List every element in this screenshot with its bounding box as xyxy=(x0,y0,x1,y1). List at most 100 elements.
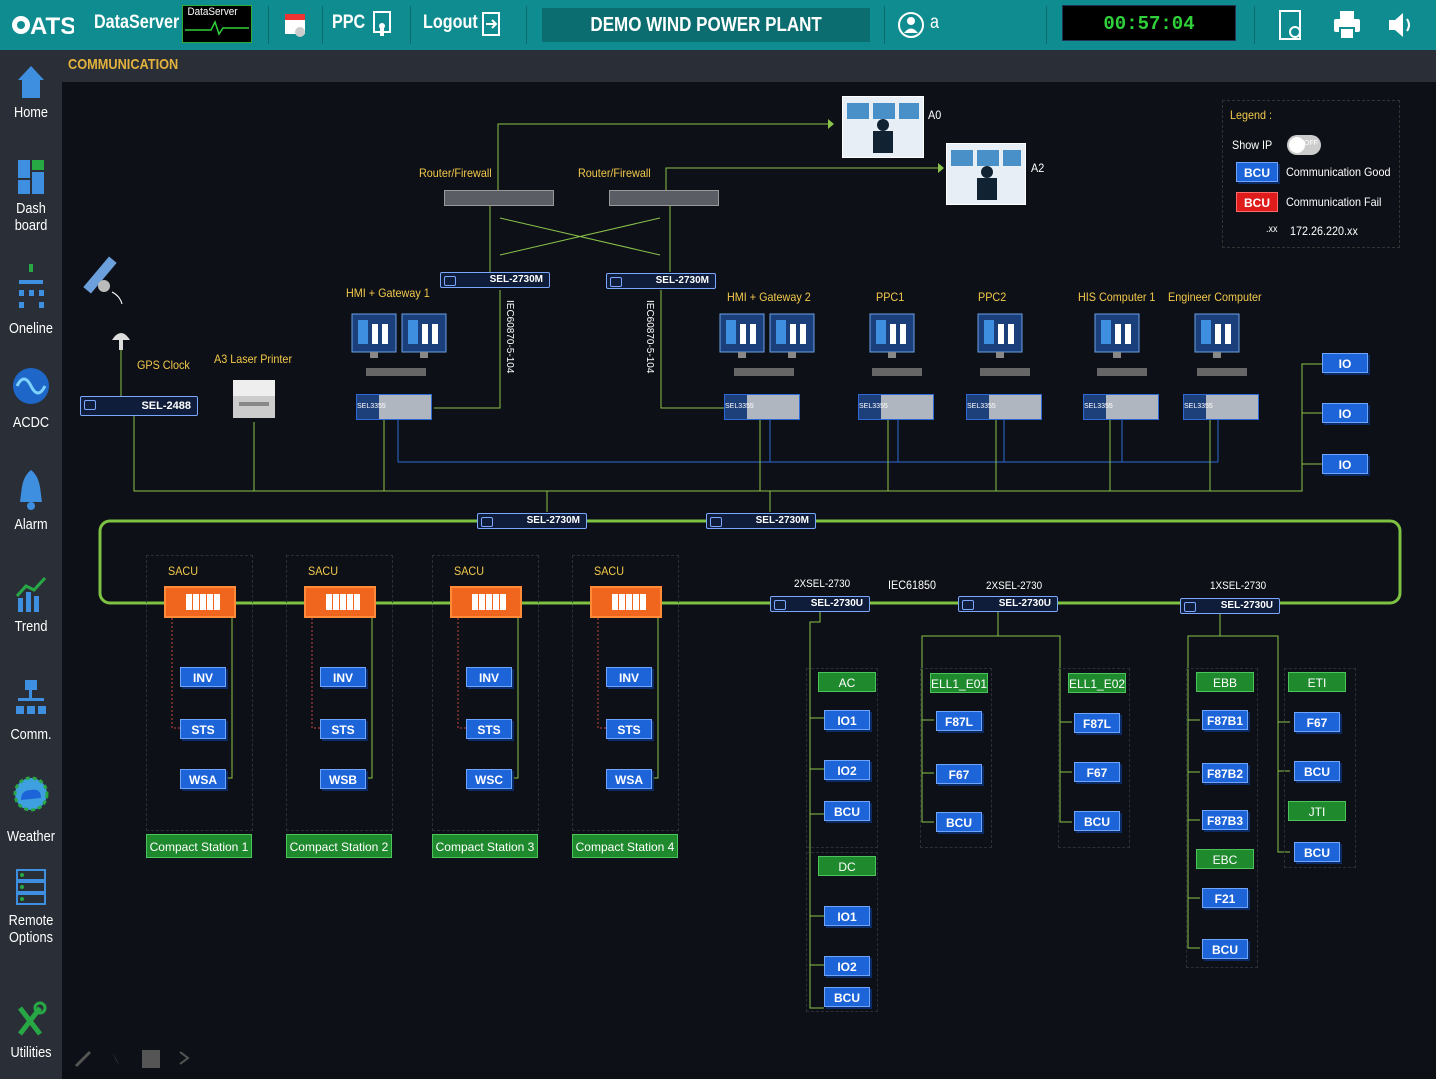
a2-label: A2 xyxy=(1031,161,1045,175)
sts-box[interactable]: STS xyxy=(466,719,512,739)
computer-workstation[interactable]: SEL3355 xyxy=(718,312,818,424)
bay-title[interactable]: DC xyxy=(818,856,876,876)
compact-station-button[interactable]: Compact Station 3 xyxy=(432,834,538,858)
legend-good-label: Communication Good xyxy=(1286,165,1391,179)
bay-title[interactable]: EBC xyxy=(1196,849,1254,869)
operator-icon xyxy=(951,150,1021,200)
switch-sel2730m-1[interactable]: SEL-2730M xyxy=(440,272,550,288)
legend-ip-prefix: .xx xyxy=(1266,224,1278,235)
bay-title[interactable]: JTI xyxy=(1288,801,1346,821)
bay-device[interactable]: F87B2 xyxy=(1202,763,1248,783)
sel3355-label: SEL3355 xyxy=(357,395,386,419)
bay-device[interactable]: IO2 xyxy=(824,760,870,780)
bay-device[interactable]: F87B3 xyxy=(1202,810,1248,830)
io-device[interactable]: IO xyxy=(1322,403,1368,423)
sacu-unit[interactable] xyxy=(450,586,522,618)
bay-title[interactable]: AC xyxy=(818,672,876,692)
computer-workstation[interactable]: SEL3355 xyxy=(858,312,934,424)
bay-title[interactable]: ELL1_E02 xyxy=(1068,673,1126,693)
bay-device[interactable]: BCU xyxy=(824,987,870,1007)
computer-workstation[interactable]: SEL3355 xyxy=(350,312,450,424)
eraser-icon[interactable] xyxy=(142,1050,160,1068)
sel3355-server[interactable]: SEL3355 xyxy=(356,394,432,420)
inverter-box[interactable]: INV xyxy=(320,667,366,687)
computer-workstation[interactable]: SEL3355 xyxy=(1083,312,1159,424)
bay-device[interactable]: IO1 xyxy=(824,710,870,730)
bay-title[interactable]: ELL1_E01 xyxy=(930,673,988,693)
sel3355-server[interactable]: SEL3355 xyxy=(1083,394,1159,420)
bay-device[interactable]: F87L xyxy=(1074,713,1120,733)
io-device[interactable]: IO xyxy=(1322,353,1368,373)
iec61850-label: IEC61850 xyxy=(888,578,937,592)
weather-station-box[interactable]: WSA xyxy=(180,769,226,789)
switch-sel2730m-4[interactable]: SEL-2730M xyxy=(706,513,816,529)
workstation-a0[interactable] xyxy=(842,96,924,158)
bay-device[interactable]: BCU xyxy=(1202,939,1248,959)
compact-station-button[interactable]: Compact Station 4 xyxy=(572,834,678,858)
laser-printer[interactable] xyxy=(231,376,277,422)
switch-sel2730m-2[interactable]: SEL-2730M xyxy=(606,273,716,289)
computer-workstation[interactable]: SEL3355 xyxy=(966,312,1042,424)
sacu-slot xyxy=(333,594,339,610)
sel3355-server[interactable]: SEL3355 xyxy=(1183,394,1259,420)
sacu-slot xyxy=(186,594,192,610)
computer-workstation[interactable]: SEL3355 xyxy=(1183,312,1259,424)
router-firewall-2[interactable] xyxy=(609,190,719,206)
sacu-slot xyxy=(626,594,632,610)
switch-sel2730u-1[interactable]: SEL-2730U xyxy=(770,596,870,612)
sts-box[interactable]: STS xyxy=(320,719,366,739)
sel3355-server[interactable]: SEL3355 xyxy=(858,394,934,420)
bay-device[interactable]: F21 xyxy=(1202,888,1248,908)
weather-station-box[interactable]: WSA xyxy=(606,769,652,789)
operator-icon xyxy=(847,103,919,153)
bay-device[interactable]: F87L xyxy=(936,711,982,731)
weather-station-box[interactable]: WSB xyxy=(320,769,366,789)
cursor-icon[interactable] xyxy=(112,1052,120,1066)
bay-device[interactable]: BCU xyxy=(1074,811,1120,831)
sacu-label: SACU xyxy=(454,564,485,578)
sts-box[interactable]: STS xyxy=(606,719,652,739)
io-device[interactable]: IO xyxy=(1322,454,1368,474)
inverter-box[interactable]: INV xyxy=(466,667,512,687)
pencil-icon[interactable] xyxy=(74,1050,92,1068)
bay-title[interactable]: ETI xyxy=(1288,672,1346,692)
sacu-unit[interactable] xyxy=(590,586,662,618)
compact-station-button[interactable]: Compact Station 2 xyxy=(286,834,392,858)
bay-device[interactable]: BCU xyxy=(824,801,870,821)
sel3355-server[interactable]: SEL3355 xyxy=(724,394,800,420)
sel3355-server[interactable]: SEL3355 xyxy=(966,394,1042,420)
gps-clock-sel2488[interactable]: SEL-2488 xyxy=(80,396,198,416)
router-label: Router/Firewall xyxy=(419,166,492,180)
bay-device[interactable]: F67 xyxy=(1074,762,1120,782)
sacu-unit[interactable] xyxy=(164,586,236,618)
router-firewall-1[interactable] xyxy=(444,190,554,206)
workstation-a2[interactable] xyxy=(946,143,1026,205)
bay-device[interactable]: BCU xyxy=(1294,761,1340,781)
sacu-slot xyxy=(214,594,220,610)
switch-sel2730u-2[interactable]: SEL-2730U xyxy=(958,596,1058,612)
bay-device[interactable]: IO1 xyxy=(824,906,870,926)
chevron-right-icon[interactable] xyxy=(179,1051,190,1065)
bay-device[interactable]: F87B1 xyxy=(1202,710,1248,730)
bay-device[interactable]: BCU xyxy=(1294,842,1340,862)
bay-device[interactable]: F67 xyxy=(936,764,982,784)
switch-sel2730m-3[interactable]: SEL-2730M xyxy=(477,513,587,529)
sel3355-label: SEL3355 xyxy=(859,395,888,419)
sacu-slot xyxy=(354,594,360,610)
inverter-box[interactable]: INV xyxy=(180,667,226,687)
bay-device[interactable]: IO2 xyxy=(824,956,870,976)
switch-group-label: 2XSEL-2730 xyxy=(794,578,851,590)
sacu-label: SACU xyxy=(168,564,199,578)
sacu-unit[interactable] xyxy=(304,586,376,618)
legend-title: Legend : xyxy=(1230,108,1273,122)
weather-station-box[interactable]: WSC xyxy=(466,769,512,789)
inverter-box[interactable]: INV xyxy=(606,667,652,687)
compact-station-button[interactable]: Compact Station 1 xyxy=(146,834,252,858)
show-ip-toggle[interactable]: OFF xyxy=(1287,135,1321,155)
bay-title[interactable]: EBB xyxy=(1196,672,1254,692)
bay-device[interactable]: BCU xyxy=(936,812,982,832)
bay-device[interactable]: F67 xyxy=(1294,712,1340,732)
switch-group-label: 2XSEL-2730 xyxy=(986,580,1043,592)
sts-box[interactable]: STS xyxy=(180,719,226,739)
switch-sel2730u-3[interactable]: SEL-2730U xyxy=(1180,598,1280,614)
